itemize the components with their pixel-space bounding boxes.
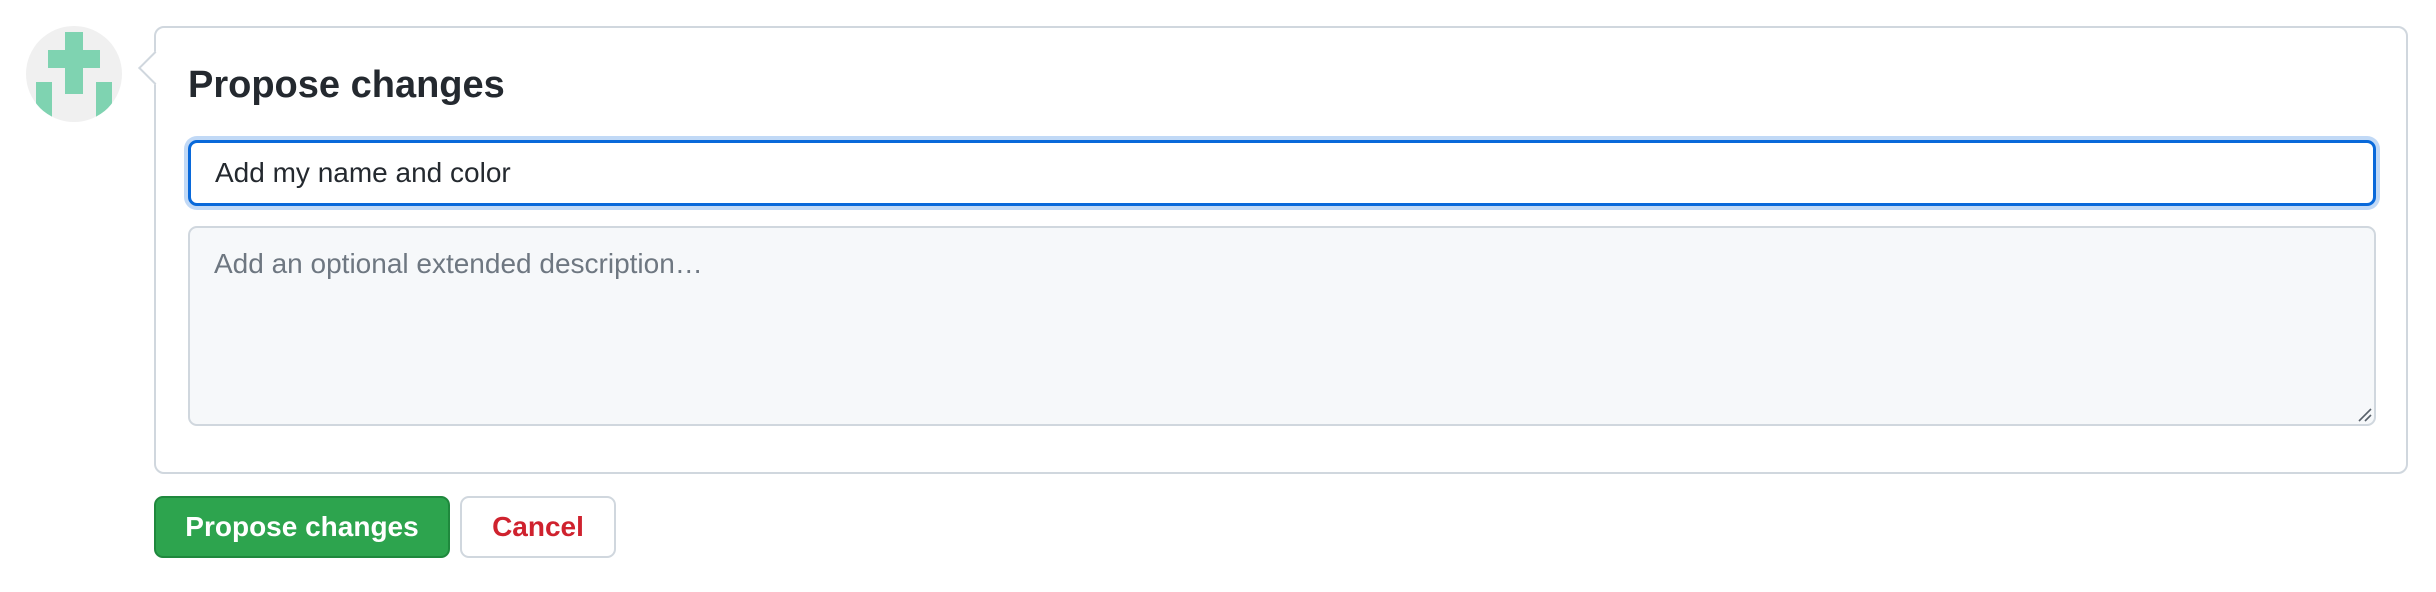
identicon-icon [36, 32, 112, 122]
extended-description-field[interactable] [188, 226, 2376, 426]
propose-changes-button[interactable]: Propose changes [154, 496, 450, 558]
commit-summary-input[interactable] [188, 140, 2376, 206]
propose-changes-panel: Propose changes [138, 26, 2408, 474]
panel-title: Propose changes [188, 64, 505, 106]
user-avatar[interactable] [26, 26, 122, 122]
panel-caret [138, 51, 172, 85]
cancel-button[interactable]: Cancel [460, 496, 616, 558]
resize-handle-icon[interactable] [2356, 406, 2372, 422]
